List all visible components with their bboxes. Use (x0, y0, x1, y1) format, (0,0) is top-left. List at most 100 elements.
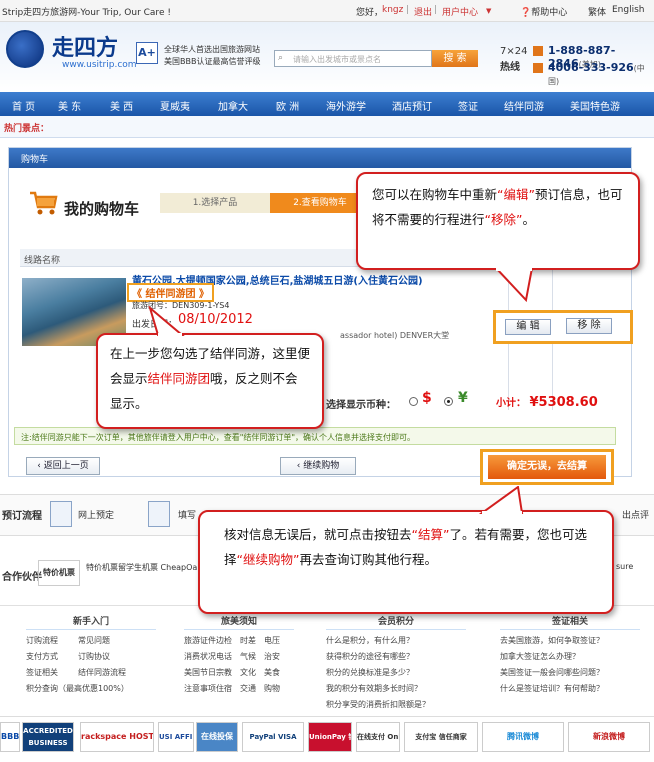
main-nav: 首 页 美 东 美 西 夏威夷 加拿大 欧 洲 海外游学 酒店预订 签证 结伴同… (0, 92, 654, 116)
footer-column-points: 会员积分 什么是积分，有什么用？ 获得积分的途径有哪些？ 积分的兑换标准是多少？… (326, 614, 466, 710)
checkmark-document-icon (148, 501, 170, 527)
callout-text: 核对信息无误后，就可点击按钮去 (224, 527, 412, 542)
footer-link[interactable]: 注意事项 (184, 683, 216, 694)
usi-badge[interactable]: USI AFFILIATE (158, 722, 194, 752)
slogan-line: 全球华人首选出国旅游网站 (164, 45, 260, 54)
globe-logo-icon[interactable] (6, 30, 44, 68)
partner-links[interactable]: 特价机票留学生机票 CheapOa (86, 562, 197, 573)
nav-us-east[interactable]: 美 东 (58, 98, 81, 113)
topbar-divider: | (406, 5, 410, 15)
footer-column-newbie: 新手入门 订购流程 常见问题 支付方式 订购协议 签证相关 结伴同游流程 积分查… (26, 614, 156, 694)
user-center-link[interactable]: 用户中心 (442, 5, 478, 18)
footer-link[interactable]: 电压 (264, 635, 288, 646)
site-logo[interactable]: 走四方 (52, 30, 118, 62)
footer-link[interactable]: 交通 (240, 683, 264, 694)
footer-link[interactable]: 治安 (264, 651, 288, 662)
footer-link[interactable]: 边检 (216, 635, 240, 646)
footer-link[interactable]: 积分查询（最高优惠100%） (26, 683, 148, 694)
process-step-online: 网上预定 (78, 511, 115, 521)
footer-link[interactable]: 宗教 (216, 667, 240, 678)
help-link[interactable]: ❓帮助中心 (520, 5, 567, 18)
currency-cny-symbol: ¥ (458, 390, 468, 406)
footer-link[interactable]: 消费状况 (184, 651, 216, 662)
back-button[interactable]: ‹ 返回上一页 (26, 457, 100, 475)
checkout-button[interactable]: 确定无误，去结算 (488, 455, 606, 479)
process-step-review: 出点评 (622, 511, 650, 521)
nav-hawaii[interactable]: 夏威夷 (160, 98, 190, 113)
cart-title-bar: 购物车 (9, 148, 631, 168)
nav-europe[interactable]: 欧 洲 (276, 98, 299, 113)
nav-study-tour[interactable]: 海外游学 (326, 98, 366, 113)
callout-pointer (148, 306, 185, 336)
footer-link[interactable]: 旅游证件 (184, 635, 216, 646)
continue-shopping-button[interactable]: ‹ 继续购物 (280, 457, 356, 475)
footer-link[interactable]: 美国签证一般会问哪些问题？ (500, 667, 640, 678)
callout-highlight: “结算” (411, 527, 450, 542)
phone-icon (533, 63, 543, 73)
partner-logo[interactable]: 特价机票 (38, 560, 80, 586)
logout-link[interactable]: 退出 (414, 5, 432, 18)
username-link[interactable]: kngz (382, 5, 403, 15)
lang-traditional-link[interactable]: 繁体 (588, 5, 606, 18)
footer-link[interactable]: 什么是签证培训？有何帮助？ (500, 683, 640, 694)
footer-link[interactable]: 签证相关 (26, 667, 78, 678)
currency-label: 选择显示币种： (326, 400, 396, 411)
partner-link-tail[interactable]: sure (616, 562, 633, 571)
footer-link[interactable]: 支付方式 (26, 651, 78, 662)
help-icon: ❓ (520, 8, 532, 18)
footer-link[interactable]: 住宿 (216, 683, 240, 694)
footer-link[interactable]: 获得积分的途径有哪些？ (326, 651, 466, 662)
greeting: 您好， (356, 8, 384, 18)
hours-label: 7×24 (500, 46, 528, 57)
online-insurance-badge[interactable]: 在线投保 (196, 722, 238, 752)
footer-link[interactable]: 电话 (216, 651, 240, 662)
online-pay-badge[interactable]: 在线支付 Online Pay (356, 722, 400, 752)
search-button[interactable]: 搜 索 (432, 50, 478, 67)
rackspace-badge[interactable]: rackspace HOSTING (80, 722, 154, 752)
tencent-weibo-badge[interactable]: 腾讯微博 (482, 722, 564, 752)
phone-number: 4006-333-926 (548, 61, 634, 74)
edit-button[interactable]: 编 辑 (505, 319, 551, 335)
footer-link[interactable]: 气候 (240, 651, 264, 662)
footer-link[interactable]: 美食 (264, 667, 288, 678)
nav-us-west[interactable]: 美 西 (110, 98, 133, 113)
footer-link[interactable]: 结伴同游流程 (78, 667, 148, 678)
callout-highlight: “继续购物” (236, 552, 300, 567)
search-input[interactable]: 请输入出发城市或景点名 (274, 50, 432, 67)
callout-highlight: “移除” (484, 212, 523, 227)
accredited-business-badge[interactable]: ACCREDITED BUSINESS (22, 722, 74, 752)
footer-link[interactable]: 文化 (240, 667, 264, 678)
footer-link[interactable]: 去美国旅游，如何争取签证？ (500, 635, 640, 646)
currency-cny-radio[interactable] (444, 397, 453, 406)
footer-link[interactable]: 什么是积分，有什么用？ (326, 635, 466, 646)
footer-link[interactable]: 购物 (264, 683, 288, 694)
remove-button[interactable]: 移 除 (566, 318, 612, 334)
footer-link[interactable]: 加拿大签证怎么办理？ (500, 651, 640, 662)
footer-column-travel-notes: 旅美须知 旅游证件 边检 时差 电压 消费状况 电话 气候 治安 美国节日 宗教… (184, 614, 294, 694)
footer-link[interactable]: 时差 (240, 635, 264, 646)
nav-group-travel[interactable]: 结伴同游 (504, 98, 544, 113)
footer-link[interactable]: 我的积分有效期多长时间？ (326, 683, 466, 694)
alipay-badge[interactable]: 支付宝 信任商家 (404, 722, 478, 752)
nav-hotel[interactable]: 酒店预订 (392, 98, 432, 113)
group-notice: 注:结伴同游只能下一次订单，其他旅伴请登入用户中心，查看"结伴同游订单"，确认个… (14, 427, 616, 445)
nav-us-special[interactable]: 美国特色游 (570, 98, 620, 113)
currency-usd-radio[interactable] (409, 397, 418, 406)
footer-link[interactable]: 积分的兑换标准是多少？ (326, 667, 466, 678)
bbb-logo[interactable]: BBB (0, 722, 20, 752)
footer-link[interactable]: 订购流程 (26, 635, 78, 646)
nav-home[interactable]: 首 页 (12, 98, 35, 113)
topbar-divider: | (434, 5, 438, 15)
cart-panel-title: 购物车 (21, 155, 49, 165)
paypal-badge[interactable]: PayPal VISA (242, 722, 304, 752)
footer-link[interactable]: 美国节日 (184, 667, 216, 678)
nav-visa[interactable]: 签证 (458, 98, 478, 113)
footer-link[interactable]: 常见问题 (78, 635, 148, 646)
unionpay-badge[interactable]: UnionPay 银联 (308, 722, 352, 752)
footer-link[interactable]: 订购协议 (78, 651, 148, 662)
sina-weibo-badge[interactable]: 新浪微博 (568, 722, 650, 752)
footer-link[interactable]: 积分享受的消费折扣限额是？ (326, 699, 466, 710)
lang-english-link[interactable]: English (612, 5, 645, 15)
chevron-down-icon[interactable]: ▼ (486, 7, 491, 15)
nav-canada[interactable]: 加拿大 (218, 98, 248, 113)
